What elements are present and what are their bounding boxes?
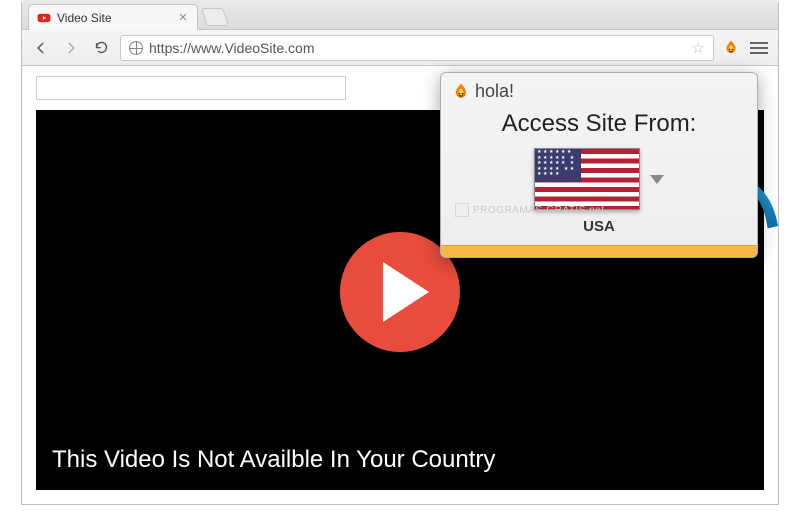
video-unavailable-message: This Video Is Not Availble In Your Count… <box>52 446 748 474</box>
popup-title: Access Site From: <box>441 104 757 148</box>
popup-header: hola! <box>441 73 757 104</box>
close-tab-icon[interactable]: ✕ <box>177 12 189 24</box>
site-identity-icon <box>129 41 143 55</box>
address-url: https://www.VideoSite.com <box>149 40 314 56</box>
youtube-icon <box>37 11 51 25</box>
selected-country-label: USA <box>441 214 757 245</box>
chrome-menu-button[interactable] <box>748 37 770 59</box>
dropdown-chevron-icon <box>650 175 664 184</box>
watermark: PROGRAMAS-GRATIS.net <box>455 203 605 217</box>
popup-brand: hola! <box>475 81 514 102</box>
download-icon <box>455 203 469 217</box>
hola-extension-icon[interactable] <box>722 39 740 57</box>
bookmark-star-icon[interactable]: ☆ <box>692 39 705 57</box>
reload-button[interactable] <box>90 37 112 59</box>
back-button[interactable] <box>30 37 52 59</box>
hamburger-icon <box>750 42 768 54</box>
browser-window: Video Site ✕ https://www.VideoSite.com ☆ <box>21 0 779 505</box>
tab-bar: Video Site ✕ <box>22 0 778 30</box>
search-input[interactable] <box>36 76 346 100</box>
usa-flag-icon: ★★★★★★ ★★★★★ ★★★★★★ ★★★★★ ★★★★★★ <box>534 148 640 210</box>
new-tab-button[interactable] <box>201 8 229 26</box>
watermark-text: PROGRAMAS-GRATIS.net <box>473 205 605 216</box>
browser-tab[interactable]: Video Site ✕ <box>28 4 198 30</box>
hola-popup: hola! Access Site From: ★★★★★★ ★★★★★ ★★★… <box>440 72 758 258</box>
play-icon <box>383 262 429 322</box>
tab-title: Video Site <box>57 11 112 25</box>
hola-flame-icon <box>451 82 471 102</box>
forward-button[interactable] <box>60 37 82 59</box>
popup-accent-bar <box>441 245 757 257</box>
navigation-bar: https://www.VideoSite.com ☆ <box>22 30 778 66</box>
address-bar[interactable]: https://www.VideoSite.com ☆ <box>120 35 714 61</box>
